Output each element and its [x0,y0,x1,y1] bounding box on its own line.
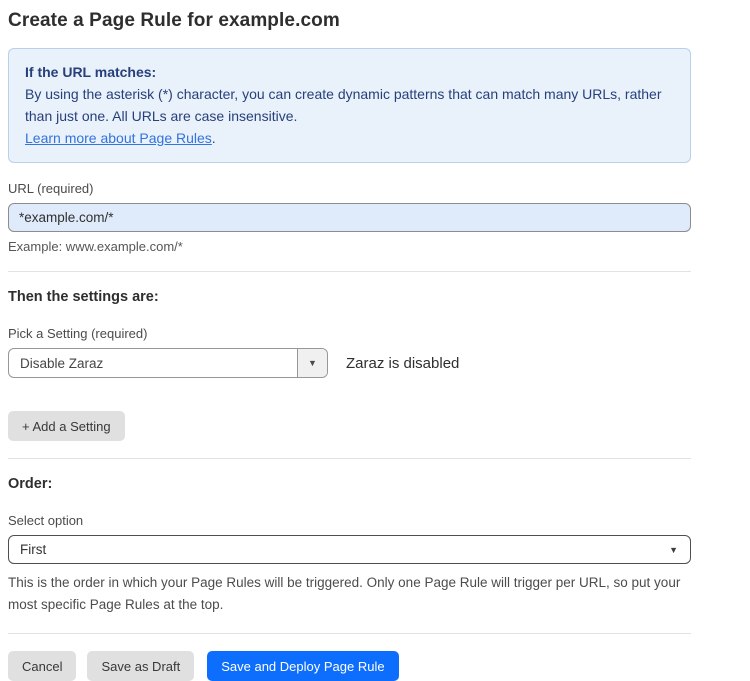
save-draft-button[interactable]: Save as Draft [87,651,194,681]
divider [8,633,691,634]
order-section-heading: Order: [8,476,691,492]
chevron-down-icon: ▼ [669,545,678,555]
divider [8,271,691,272]
order-helper-text: This is the order in which your Page Rul… [8,572,684,616]
setting-row: Disable Zaraz ▼ Zaraz is disabled [8,348,691,378]
url-field-label: URL (required) [8,181,691,196]
info-box-heading: If the URL matches: [25,61,674,83]
divider [8,458,691,459]
setting-dropdown[interactable]: Disable Zaraz ▼ [8,348,328,378]
order-select-label: Select option [8,513,691,528]
url-input[interactable] [8,203,691,232]
cancel-button[interactable]: Cancel [8,651,76,681]
page-title: Create a Page Rule for example.com [8,10,691,32]
link-period: . [212,130,216,146]
chevron-down-icon: ▼ [308,358,317,368]
page-rule-form: Create a Page Rule for example.com If th… [0,0,691,681]
url-match-info-box: If the URL matches: By using the asteris… [8,48,691,163]
settings-section-heading: Then the settings are: [8,289,691,305]
setting-status-text: Zaraz is disabled [346,355,459,372]
info-box-body: By using the asterisk (*) character, you… [25,83,674,127]
add-setting-button[interactable]: + Add a Setting [8,411,125,441]
save-deploy-button[interactable]: Save and Deploy Page Rule [207,651,398,681]
info-box-link-line: Learn more about Page Rules. [25,127,674,149]
setting-dropdown-button[interactable]: ▼ [297,349,327,377]
order-select-value: First [20,542,46,557]
learn-more-link[interactable]: Learn more about Page Rules [25,130,212,146]
setting-dropdown-value: Disable Zaraz [9,349,297,377]
order-select[interactable]: First ▼ [8,535,691,564]
pick-setting-label: Pick a Setting (required) [8,326,691,341]
footer-actions: Cancel Save as Draft Save and Deploy Pag… [8,651,691,681]
url-field-helper: Example: www.example.com/* [8,239,691,254]
